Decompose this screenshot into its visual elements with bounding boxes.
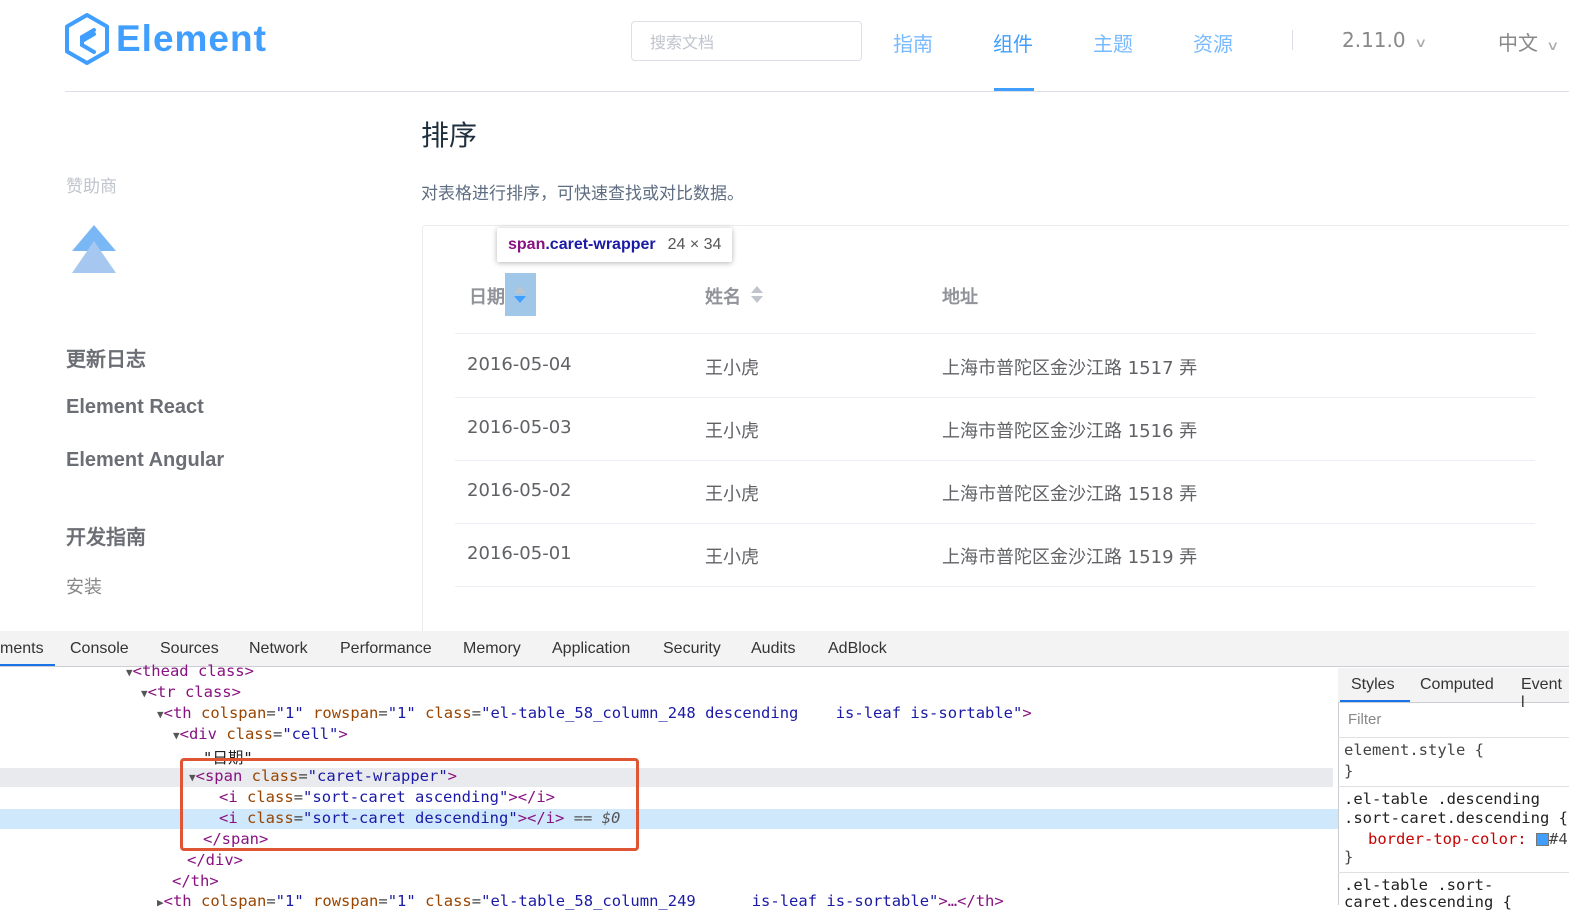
cell-date: 2016-05-03: [467, 417, 572, 438]
header-divider: [65, 91, 1569, 92]
css-rule-selector[interactable]: .el-table .descending: [1344, 790, 1540, 808]
dom-node[interactable]: ▼<tr class>: [141, 683, 241, 701]
tab-network[interactable]: Network: [249, 640, 308, 658]
tab-event-listeners[interactable]: Event l: [1521, 676, 1569, 712]
tab-sources[interactable]: Sources: [160, 640, 219, 658]
cell-name: 王小虎: [705, 547, 759, 568]
tooltip-class: .caret-wrapper: [545, 236, 656, 253]
sort-ascending-icon[interactable]: [514, 286, 526, 293]
annotation-highlight-box: [180, 758, 639, 851]
row-divider: [455, 397, 1535, 398]
css-rule-close: }: [1344, 848, 1354, 866]
row-divider: [455, 523, 1535, 524]
tab-adblock[interactable]: AdBlock: [828, 640, 887, 658]
tab-memory[interactable]: Memory: [463, 640, 521, 658]
tooltip-tag: span: [508, 236, 546, 253]
cell-address: 上海市普陀区金沙江路 1517 弄: [942, 358, 1198, 379]
color-swatch[interactable]: [1535, 833, 1549, 846]
expand-triangle-icon[interactable]: ▼: [141, 687, 148, 700]
element-logo[interactable]: Element: [64, 12, 267, 66]
sidebar-item-dev-guide: 开发指南: [66, 527, 146, 549]
chevron-down-icon: ∨: [1413, 36, 1428, 51]
sponsor-logo-icon[interactable]: [70, 223, 118, 275]
cell-address: 上海市普陀区金沙江路 1519 弄: [942, 547, 1198, 568]
css-property[interactable]: border-top-color: #4: [1368, 830, 1568, 848]
tab-application[interactable]: Application: [552, 640, 630, 658]
sidebar-item-element-angular[interactable]: Element Angular: [66, 449, 224, 472]
tab-elements[interactable]: ments: [0, 640, 44, 658]
page-title: 排序: [421, 119, 478, 152]
sort-descending-icon[interactable]: [751, 296, 763, 303]
search-input[interactable]: 搜索文档: [631, 21, 862, 61]
cell-date: 2016-05-02: [467, 480, 572, 501]
css-rule-close: }: [1344, 762, 1354, 780]
css-rule-selector[interactable]: .sort-caret.descending {: [1344, 809, 1568, 827]
tab-audits[interactable]: Audits: [751, 640, 795, 658]
page-description: 对表格进行排序，可快速查找或对比数据。: [421, 184, 744, 204]
sort-caret-wrapper[interactable]: [751, 286, 763, 304]
nav-resource[interactable]: 资源: [1193, 28, 1233, 57]
cell-name: 王小虎: [705, 358, 759, 379]
nav-guide[interactable]: 指南: [893, 28, 933, 57]
expand-triangle-icon[interactable]: ▼: [173, 729, 180, 742]
tab-computed[interactable]: Computed: [1420, 676, 1494, 694]
sidebar-item-element-react[interactable]: Element React: [66, 396, 204, 419]
active-tab-indicator: [1340, 700, 1410, 702]
dom-node[interactable]: ▶<th colspan="1" rowspan="1" class="el-t…: [157, 892, 1004, 910]
tab-performance[interactable]: Performance: [340, 640, 432, 658]
tab-security[interactable]: Security: [663, 640, 721, 658]
column-header-address: 地址: [942, 287, 978, 308]
tab-styles[interactable]: Styles: [1351, 676, 1395, 694]
styles-filter-input[interactable]: Filter: [1348, 711, 1381, 728]
cell-date: 2016-05-01: [467, 543, 572, 564]
dom-node[interactable]: ▼<div class="cell">: [173, 725, 348, 743]
cell-name: 王小虎: [705, 421, 759, 442]
language-dropdown[interactable]: 中文 ∨: [1498, 27, 1560, 56]
cell-name: 王小虎: [705, 484, 759, 505]
version-dropdown[interactable]: 2.11.0 ∨: [1342, 28, 1428, 52]
nav-divider: [1292, 30, 1293, 50]
column-header-date[interactable]: 日期: [469, 283, 505, 309]
sidebar-item-changelog[interactable]: 更新日志: [66, 343, 146, 372]
styles-divider: [1338, 786, 1569, 787]
inspect-tooltip: span .caret-wrapper 24 × 34: [497, 228, 733, 262]
css-rule-selector[interactable]: .el-table .sort-: [1344, 876, 1493, 894]
expand-triangle-icon[interactable]: ▶: [157, 896, 164, 909]
nav-component[interactable]: 组件: [993, 28, 1033, 57]
column-header-name[interactable]: 姓名: [705, 283, 741, 309]
nav-theme[interactable]: 主题: [1093, 28, 1133, 57]
active-tab-indicator: [0, 664, 55, 666]
expand-triangle-icon[interactable]: ▼: [157, 708, 164, 721]
chevron-down-icon: ∨: [1546, 39, 1560, 54]
dom-node[interactable]: ▼<th colspan="1" rowspan="1" class="el-t…: [157, 704, 1032, 722]
dom-close-tag: </th>: [172, 872, 219, 890]
dom-close-tag: </div>: [187, 851, 243, 869]
expand-triangle-icon[interactable]: ▼: [126, 666, 133, 679]
css-rule-selector[interactable]: caret.descending {: [1344, 893, 1512, 911]
element-logo-icon: [65, 13, 109, 65]
sponsor-label: 赞助商: [66, 177, 117, 197]
row-divider: [455, 460, 1535, 461]
language-label: 中文: [1498, 31, 1538, 55]
styles-divider: [1338, 737, 1569, 738]
cell-date: 2016-05-04: [467, 354, 572, 375]
cell-address: 上海市普陀区金沙江路 1516 弄: [942, 421, 1198, 442]
sort-descending-icon[interactable]: [514, 296, 526, 303]
version-label: 2.11.0: [1342, 28, 1406, 52]
logo-text: Element: [116, 18, 267, 59]
cell-address: 上海市普陀区金沙江路 1518 弄: [942, 484, 1198, 505]
sort-ascending-icon[interactable]: [751, 286, 763, 293]
css-rule-selector[interactable]: element.style {: [1344, 741, 1484, 759]
sort-caret-wrapper[interactable]: [514, 286, 526, 304]
sidebar-item-install[interactable]: 安装: [66, 573, 102, 599]
row-divider: [455, 586, 1535, 587]
tab-console[interactable]: Console: [70, 640, 129, 658]
styles-divider: [1338, 872, 1569, 873]
tooltip-size: 24 × 34: [667, 236, 722, 253]
row-divider: [455, 333, 1535, 334]
dom-node[interactable]: ▼<thead class>: [126, 662, 254, 680]
